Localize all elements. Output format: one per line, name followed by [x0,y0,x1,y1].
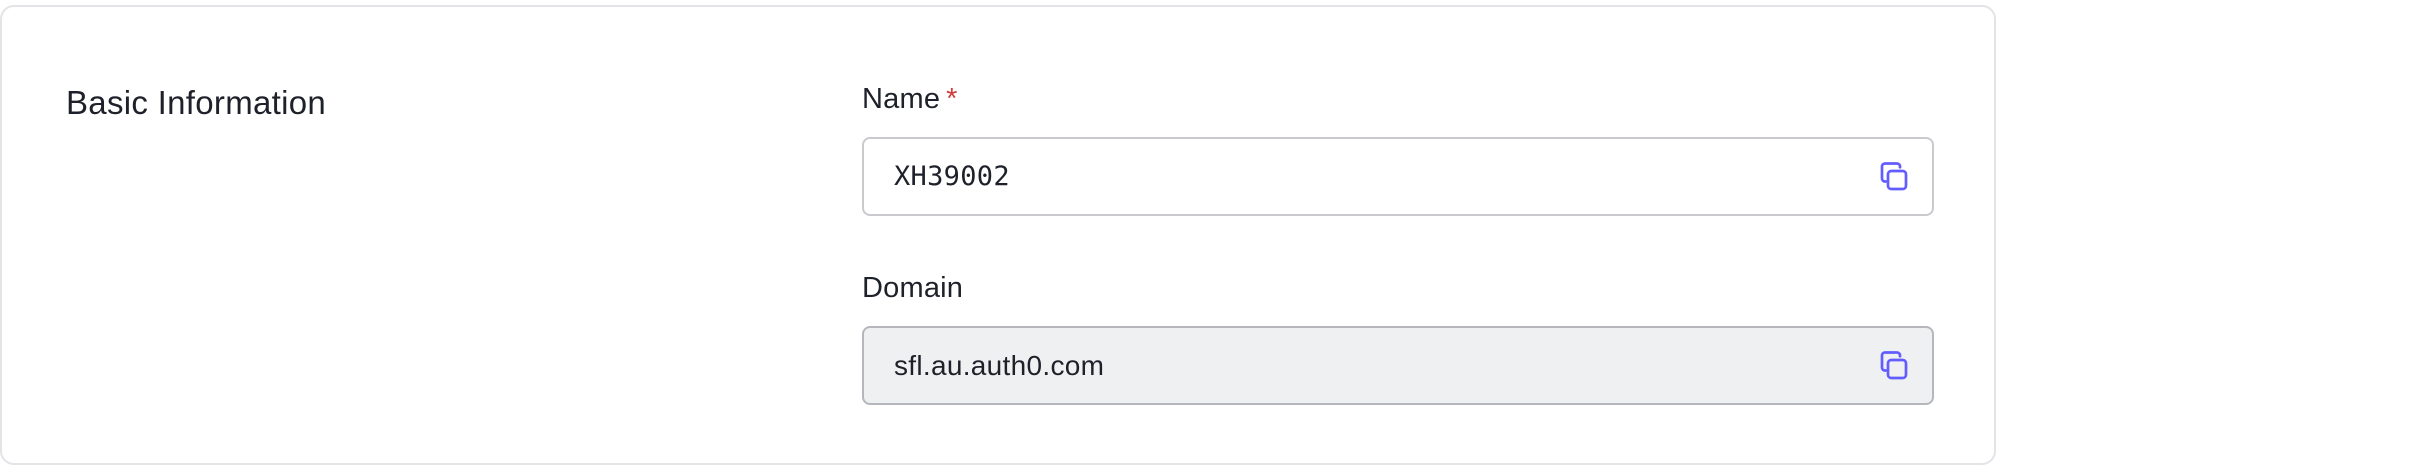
basic-information-card: Basic Information Name * XH39002 Domain s… [0,5,1996,465]
name-input[interactable]: XH39002 [862,137,1934,216]
name-input-value[interactable]: XH39002 [894,157,1010,197]
copy-domain-button[interactable] [1876,348,1912,384]
required-marker: * [946,83,958,115]
name-label-text: Name [862,83,941,115]
name-field-label: Name * [862,79,958,119]
copy-name-button[interactable] [1876,159,1912,195]
domain-input-value[interactable]: sfl.au.auth0.com [894,346,1104,386]
section-title: Basic Information [66,84,327,121]
domain-input[interactable]: sfl.au.auth0.com [862,326,1934,405]
copy-icon [1880,162,1908,191]
domain-field-label: Domain [862,272,964,304]
copy-icon [1880,351,1908,380]
